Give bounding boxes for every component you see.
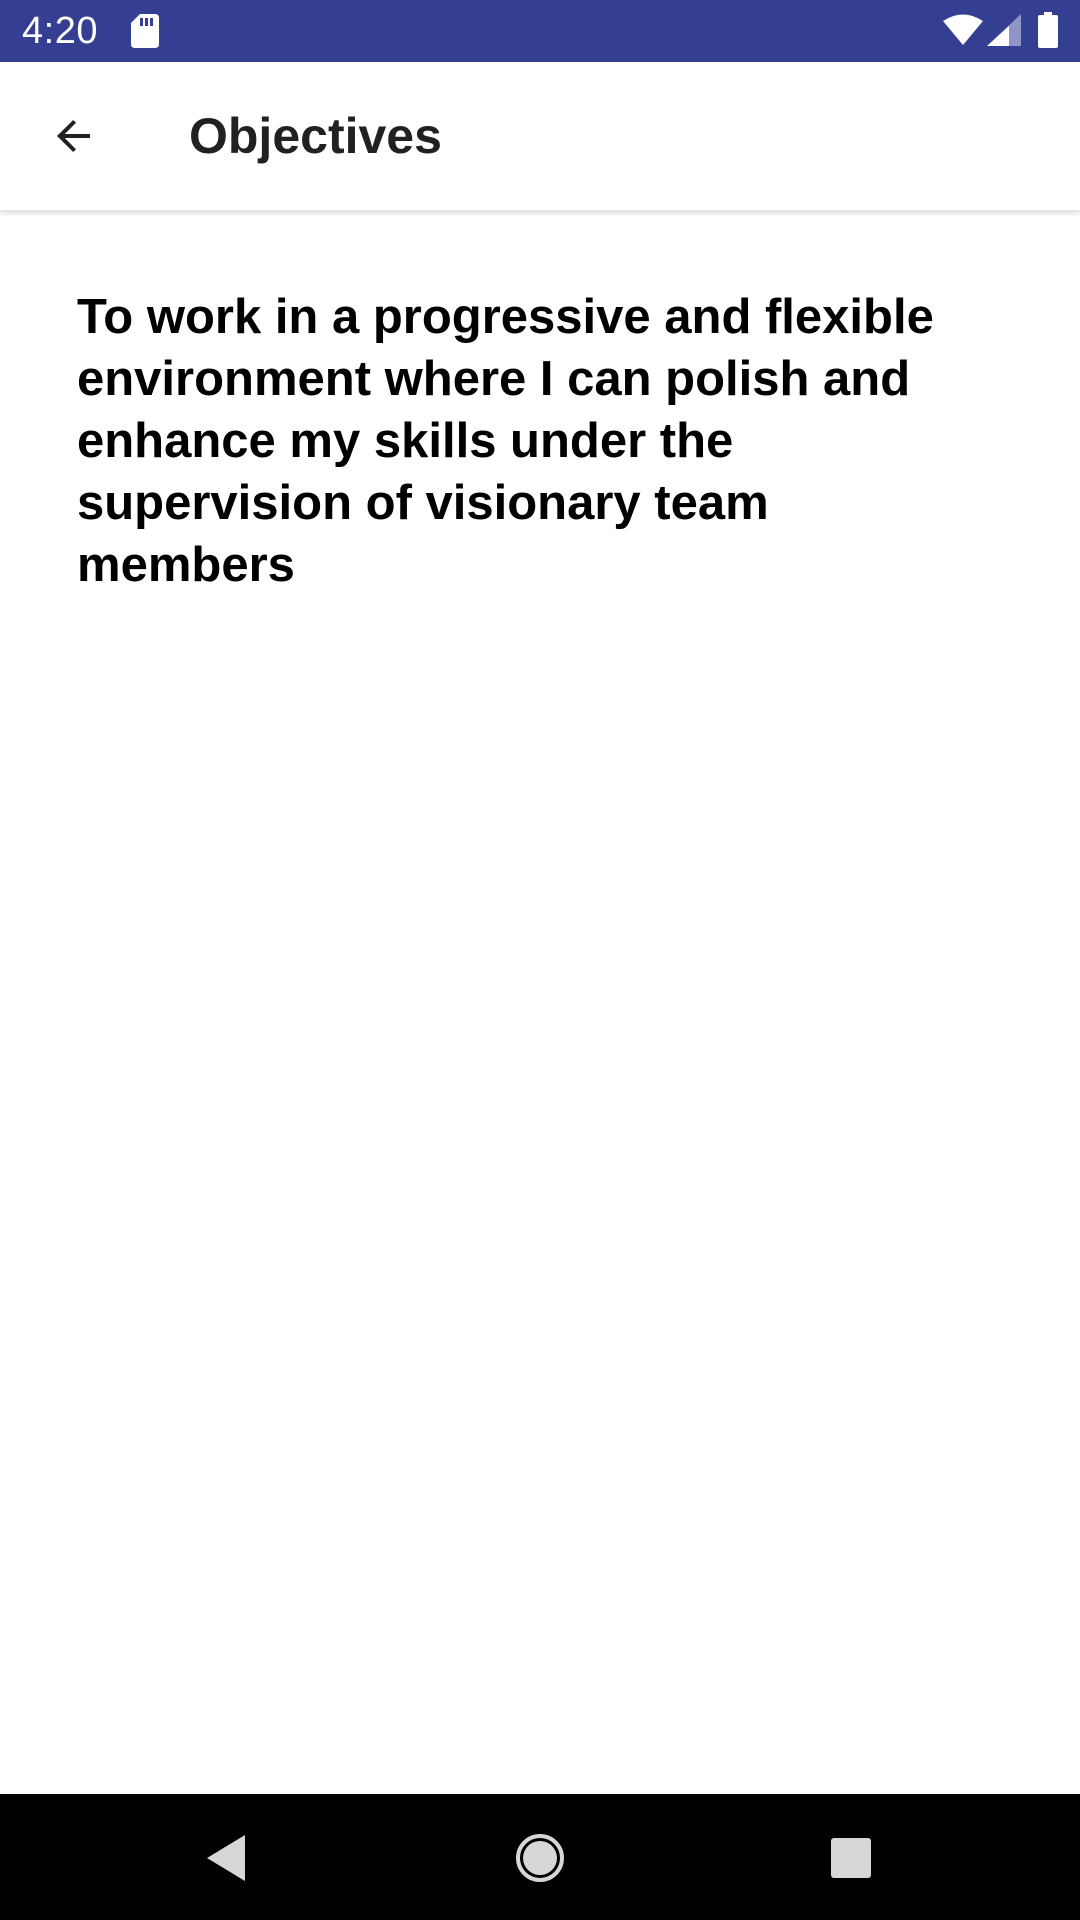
- nav-recents-button[interactable]: [813, 1820, 889, 1896]
- battery-icon: [1038, 12, 1058, 48]
- screen: 4:20 Objectives To work in a progressive…: [0, 0, 1080, 1920]
- arrow-left-icon: [57, 120, 90, 152]
- wifi-icon: [943, 14, 983, 45]
- status-bar: 4:20: [0, 0, 1080, 62]
- navigation-bar: [0, 1794, 1080, 1920]
- nav-back-icon: [207, 1835, 245, 1881]
- nav-home-button[interactable]: [502, 1820, 578, 1896]
- sd-card-icon: [131, 14, 159, 48]
- nav-home-icon: [516, 1834, 564, 1882]
- nav-recents-icon: [831, 1838, 871, 1878]
- nav-back-button[interactable]: [188, 1820, 264, 1896]
- back-button[interactable]: [38, 104, 110, 168]
- cell-signal-icon: [987, 14, 1021, 46]
- status-time: 4:20: [22, 10, 98, 52]
- objective-text: To work in a progressive and flexible en…: [77, 290, 934, 592]
- app-bar: Objectives: [0, 62, 1080, 211]
- content-area: To work in a progressive and flexible en…: [77, 286, 957, 596]
- page-title: Objectives: [189, 108, 442, 164]
